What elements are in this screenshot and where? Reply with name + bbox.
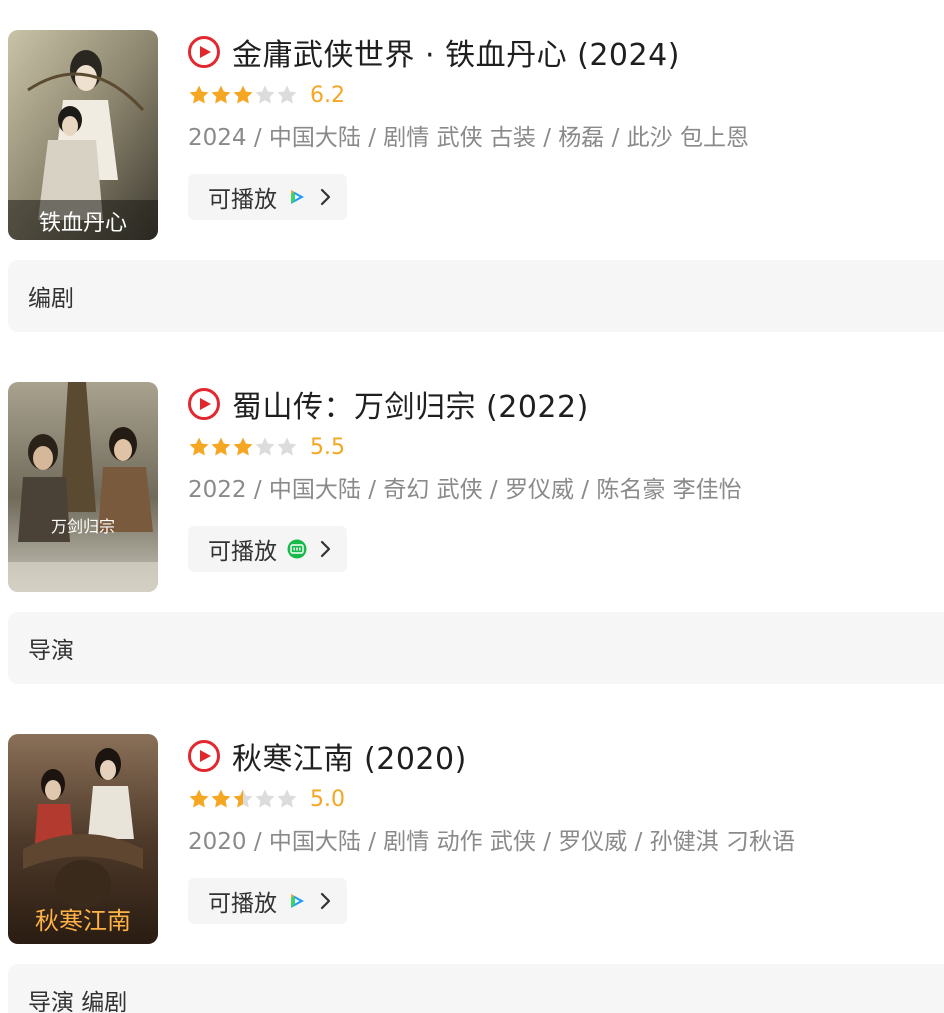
rating-row: 5.5 [188,432,928,462]
play-circle-icon[interactable] [188,36,220,68]
playable-label: 可播放 [208,891,277,917]
playable-button[interactable]: 可播放 [188,174,347,220]
play-circle-icon[interactable] [188,740,220,772]
chevron-right-icon [319,539,333,559]
poster-title-text: 秋寒江南 [35,907,131,935]
poster-image: 铁血丹心 [8,30,158,240]
poster-title-text: 万剑归宗 [51,517,115,536]
role-box: 导演 编剧 [8,964,944,1013]
rating-row: 5.0 [188,784,928,814]
rating-score: 5.5 [310,434,345,460]
rating-score: 6.2 [310,82,345,108]
star-filled-icon [233,85,253,104]
rating-score: 5.0 [310,786,345,812]
star-rating [188,84,298,106]
film-info: 金庸武侠世界 · 铁血丹心 (2024) 6.2 2024 / 中国大陆 / 剧… [188,30,928,220]
star-filled-icon [233,437,253,456]
star-filled-icon [189,437,209,456]
star-empty-icon [255,85,275,104]
iqiyi-icon [287,539,307,559]
star-empty-icon [255,437,275,456]
tencent-video-icon [287,187,307,207]
playable-label: 可播放 [208,539,277,565]
film-meta: 2020 / 中国大陆 / 剧情 动作 武侠 / 罗仪威 / 孙健淇 刁秋语 [188,829,795,855]
title-row[interactable]: 金庸武侠世界 · 铁血丹心 (2024) [188,30,928,74]
filmography-list: 铁血丹心 金庸武侠世界 · 铁血丹心 (2024) 6.2 2024 / 中国大… [0,0,944,1013]
film-title[interactable]: 秋寒江南 (2020) [232,734,467,778]
star-empty-icon [277,437,297,456]
star-half-icon [233,789,253,808]
star-empty-icon [277,85,297,104]
film-entry[interactable]: 万剑归宗 蜀山传：万剑归宗 (2022) 5.5 2022 / 中国大陆 / 奇… [0,352,944,704]
role-label: 导演 编剧 [28,990,128,1013]
film-meta: 2022 / 中国大陆 / 奇幻 武侠 / 罗仪威 / 陈名豪 李佳怡 [188,477,742,503]
star-empty-icon [255,789,275,808]
rating-row: 6.2 [188,80,928,110]
film-poster[interactable]: 秋寒江南 [8,734,158,944]
role-label: 导演 [28,638,74,664]
film-entry[interactable]: 铁血丹心 金庸武侠世界 · 铁血丹心 (2024) 6.2 2024 / 中国大… [0,0,944,352]
poster-image: 万剑归宗 [8,382,158,592]
film-title[interactable]: 蜀山传：万剑归宗 (2022) [232,382,589,426]
chevron-right-icon [319,187,333,207]
poster-image: 秋寒江南 [8,734,158,944]
play-circle-icon[interactable] [188,388,220,420]
title-row[interactable]: 秋寒江南 (2020) [188,734,928,778]
role-box: 导演 [8,612,944,684]
star-rating [188,788,298,810]
star-filled-icon [211,85,231,104]
star-filled-icon [189,85,209,104]
film-info: 蜀山传：万剑归宗 (2022) 5.5 2022 / 中国大陆 / 奇幻 武侠 … [188,382,928,572]
playable-label: 可播放 [208,187,277,213]
star-empty-icon [277,789,297,808]
film-title[interactable]: 金庸武侠世界 · 铁血丹心 (2024) [232,30,680,74]
film-poster[interactable]: 铁血丹心 [8,30,158,240]
star-filled-icon [189,789,209,808]
star-filled-icon [211,437,231,456]
star-filled-icon [211,789,231,808]
star-rating [188,436,298,458]
poster-title-text: 铁血丹心 [39,211,127,236]
title-row[interactable]: 蜀山传：万剑归宗 (2022) [188,382,928,426]
role-box: 编剧 [8,260,944,332]
playable-button[interactable]: 可播放 [188,878,347,924]
tencent-video-icon [287,891,307,911]
film-meta: 2024 / 中国大陆 / 剧情 武侠 古装 / 杨磊 / 此沙 包上恩 [188,125,749,151]
role-label: 编剧 [28,286,74,312]
playable-button[interactable]: 可播放 [188,526,347,572]
chevron-right-icon [319,891,333,911]
film-entry[interactable]: 秋寒江南 秋寒江南 (2020) 5.0 2020 / 中国大陆 / 剧情 动作… [0,704,944,1013]
film-poster[interactable]: 万剑归宗 [8,382,158,592]
film-info: 秋寒江南 (2020) 5.0 2020 / 中国大陆 / 剧情 动作 武侠 /… [188,734,928,924]
